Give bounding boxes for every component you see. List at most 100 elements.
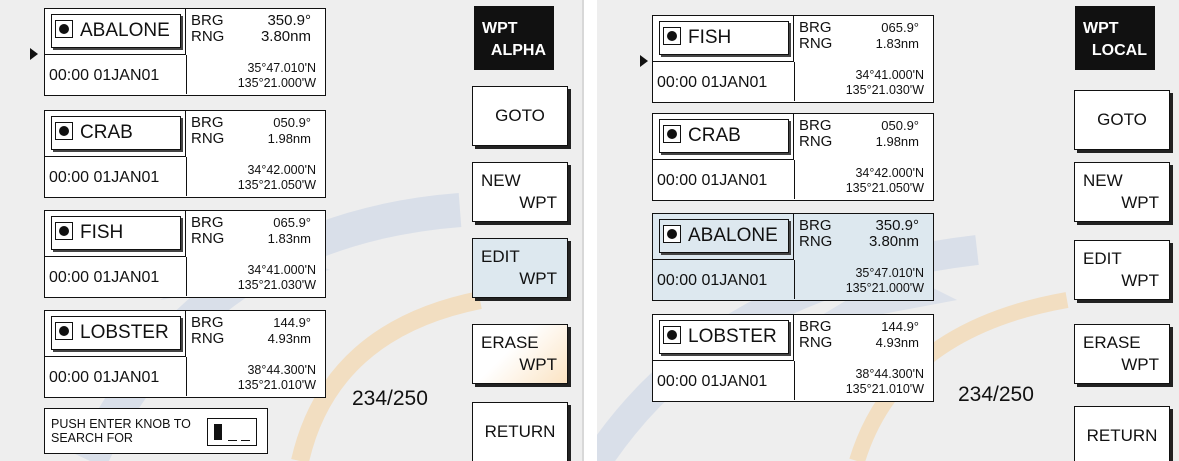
search-prompt: PUSH ENTER KNOB TO SEARCH FOR bbox=[44, 408, 268, 454]
bearing-range: BRG 144.9° RNG 4.93nm bbox=[799, 319, 929, 351]
header-line2: LOCAL bbox=[1091, 42, 1147, 59]
brg-label: BRG bbox=[799, 117, 832, 134]
brg-label: BRG bbox=[799, 19, 832, 36]
waypoint-time: 00:00 01JAN01 bbox=[49, 269, 160, 286]
waypoint-name-box: CRAB bbox=[653, 114, 794, 160]
wpt-label: WPT bbox=[1121, 193, 1159, 212]
new-wpt-button[interactable]: NEW WPT bbox=[1074, 162, 1170, 222]
latitude: 34°42.000'N bbox=[855, 166, 924, 180]
waypoint-card-crab[interactable]: CRAB BRG 050.9° RNG 1.98nm 00:00 01JAN01 3… bbox=[44, 110, 326, 198]
waypoint-name-box: FISH bbox=[45, 211, 186, 257]
brg-label: BRG bbox=[191, 114, 224, 131]
waypoint-card-crab[interactable]: CRAB BRG 050.9° RNG 1.98nm 00:00 01JAN01 3… bbox=[652, 113, 934, 201]
erase-label: ERASE bbox=[1083, 333, 1141, 352]
return-label: RETURN bbox=[1086, 426, 1158, 445]
waypoint-name: FISH bbox=[688, 27, 732, 48]
edit-wpt-button[interactable]: EDIT WPT bbox=[1074, 240, 1170, 300]
waypoint-time: 00:00 01JAN01 bbox=[49, 67, 160, 84]
waypoint-list-panel-local: FISH BRG 065.9° RNG 1.83nm 00:00 01JAN01 3… bbox=[597, 0, 1179, 461]
waypoint-time: 00:00 01JAN01 bbox=[657, 74, 768, 91]
rng-value: 4.93nm bbox=[267, 331, 311, 346]
waypoint-time: 00:00 01JAN01 bbox=[49, 369, 160, 386]
longitude: 135°21.030'W bbox=[237, 278, 316, 292]
bearing-range: BRG 050.9° RNG 1.98nm bbox=[799, 118, 929, 150]
header-line1: WPT bbox=[1083, 20, 1119, 37]
waypoint-card-abalone[interactable]: ABALONE BRG 350.9° RNG 3.80nm 00:00 01JAN0… bbox=[44, 8, 326, 96]
brg-value: 350.9° bbox=[875, 217, 919, 234]
waypoint-name-box: CRAB bbox=[45, 111, 186, 157]
empty-char-slot bbox=[241, 439, 250, 441]
text-cursor-icon bbox=[214, 424, 222, 440]
erase-wpt-button[interactable]: ERASE WPT bbox=[472, 324, 568, 384]
brg-value: 065.9° bbox=[273, 215, 311, 230]
longitude: 135°21.010'W bbox=[237, 378, 316, 392]
brg-label: BRG bbox=[191, 314, 224, 331]
edit-wpt-button[interactable]: EDIT WPT bbox=[472, 238, 568, 298]
waypoint-name: LOBSTER bbox=[80, 322, 169, 343]
rng-label: RNG bbox=[799, 35, 833, 52]
coordinate-box: 34°42.000'N 135°21.050'W bbox=[794, 160, 932, 199]
rng-value: 1.83nm bbox=[875, 36, 919, 51]
selection-pointer bbox=[640, 55, 648, 67]
waypoint-name: ABALONE bbox=[80, 20, 170, 41]
rng-value: 1.83nm bbox=[267, 231, 311, 246]
rng-value: 3.80nm bbox=[868, 233, 919, 250]
bearing-range: BRG 065.9° RNG 1.83nm bbox=[191, 215, 321, 247]
edit-label: EDIT bbox=[1083, 249, 1122, 268]
rng-label: RNG bbox=[191, 130, 225, 147]
longitude: 135°21.030'W bbox=[845, 83, 924, 97]
selection-pointer bbox=[30, 48, 38, 60]
list-header-alpha: WPT ALPHA bbox=[474, 6, 554, 70]
waypoint-mark-icon bbox=[663, 225, 681, 243]
waypoint-time: 00:00 01JAN01 bbox=[657, 373, 768, 390]
rng-label: RNG bbox=[191, 330, 225, 347]
latitude: 38°44.300'N bbox=[855, 367, 924, 381]
rng-value: 1.98nm bbox=[875, 134, 919, 149]
waypoint-name-box: LOBSTER bbox=[653, 315, 794, 361]
brg-value: 144.9° bbox=[881, 319, 919, 334]
goto-label: GOTO bbox=[1097, 110, 1147, 129]
waypoint-count: 234/250 bbox=[958, 383, 1034, 406]
header-line1: WPT bbox=[482, 20, 518, 37]
coordinate-box: 38°44.300'N 135°21.010'W bbox=[186, 357, 324, 396]
latitude: 35°47.010'N bbox=[247, 61, 316, 75]
waypoint-mark-icon bbox=[55, 322, 73, 340]
waypoint-name: CRAB bbox=[80, 122, 133, 143]
rng-value: 3.80nm bbox=[260, 28, 311, 45]
waypoint-card-lobster[interactable]: LOBSTER BRG 144.9° RNG 4.93nm 00:00 01JAN0… bbox=[44, 310, 326, 398]
waypoint-card-fish[interactable]: FISH BRG 065.9° RNG 1.83nm 00:00 01JAN01 3… bbox=[44, 210, 326, 298]
waypoint-card-fish[interactable]: FISH BRG 065.9° RNG 1.83nm 00:00 01JAN01 3… bbox=[652, 15, 934, 103]
waypoint-name-box: FISH bbox=[653, 16, 794, 62]
longitude: 135°21.000'W bbox=[237, 76, 316, 90]
coordinate-box: 34°42.000'N 135°21.050'W bbox=[186, 157, 324, 196]
goto-button[interactable]: GOTO bbox=[1074, 90, 1170, 150]
waypoint-name-box: LOBSTER bbox=[45, 311, 186, 357]
wpt-label: WPT bbox=[519, 269, 557, 288]
list-header-local: WPT LOCAL bbox=[1075, 6, 1155, 70]
goto-button[interactable]: GOTO bbox=[472, 86, 568, 146]
search-entry-field[interactable] bbox=[207, 418, 257, 446]
waypoint-mark-icon bbox=[55, 122, 73, 140]
bearing-range: BRG 144.9° RNG 4.93nm bbox=[191, 315, 321, 347]
waypoint-mark-icon bbox=[663, 125, 681, 143]
waypoint-list-panel-alpha: ABALONE BRG 350.9° RNG 3.80nm 00:00 01JAN0… bbox=[0, 0, 584, 461]
waypoint-card-lobster[interactable]: LOBSTER BRG 144.9° RNG 4.93nm 00:00 01JAN0… bbox=[652, 314, 934, 402]
brg-value: 065.9° bbox=[881, 20, 919, 35]
coordinate-box: 34°41.000'N 135°21.030'W bbox=[794, 62, 932, 101]
waypoint-name: ABALONE bbox=[688, 225, 778, 246]
brg-value: 144.9° bbox=[273, 315, 311, 330]
waypoint-time: 00:00 01JAN01 bbox=[49, 169, 160, 186]
rng-value: 1.98nm bbox=[267, 131, 311, 146]
waypoint-card-abalone[interactable]: ABALONE BRG 350.9° RNG 3.80nm 00:00 01JAN0… bbox=[652, 213, 934, 301]
return-button[interactable]: RETURN bbox=[1074, 406, 1170, 461]
header-line2: ALPHA bbox=[490, 42, 546, 59]
new-label: NEW bbox=[1083, 171, 1123, 190]
return-button[interactable]: RETURN bbox=[472, 402, 568, 461]
new-wpt-button[interactable]: NEW WPT bbox=[472, 162, 568, 222]
longitude: 135°21.000'W bbox=[845, 281, 924, 295]
waypoint-name: LOBSTER bbox=[688, 326, 777, 347]
brg-label: BRG bbox=[799, 217, 832, 234]
erase-wpt-button[interactable]: ERASE WPT bbox=[1074, 324, 1170, 384]
waypoint-count: 234/250 bbox=[352, 387, 428, 410]
latitude: 34°42.000'N bbox=[247, 163, 316, 177]
